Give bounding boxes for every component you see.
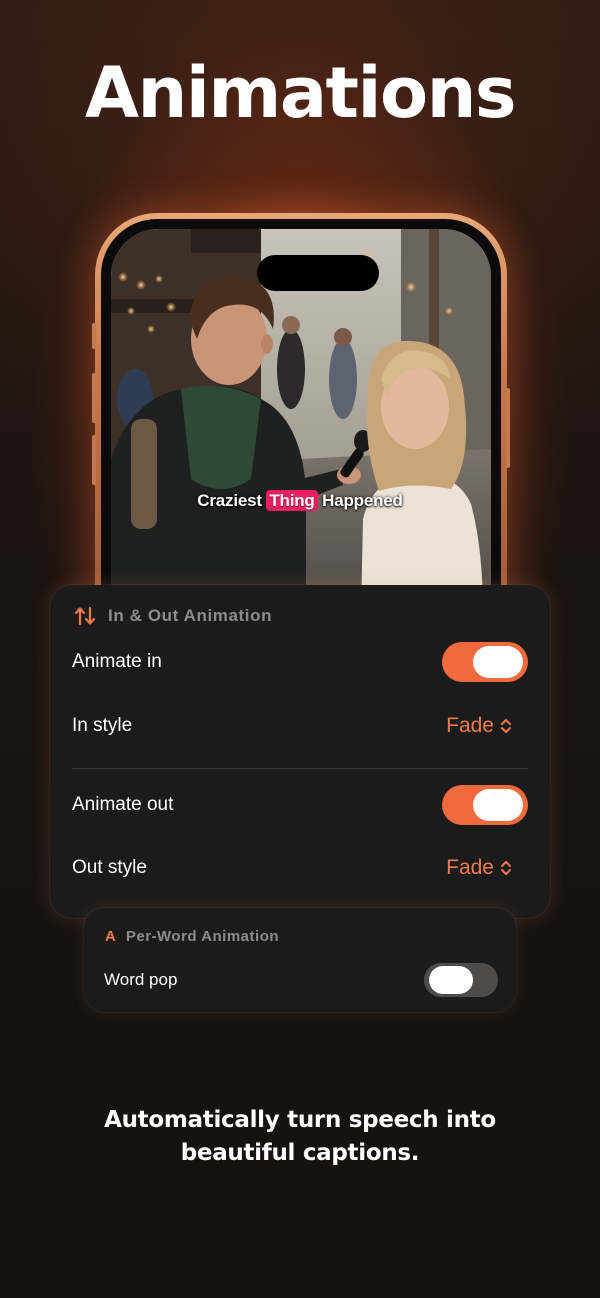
panel-header: A Per-Word Animation <box>105 928 279 945</box>
chevron-up-down-icon <box>501 861 511 875</box>
phone-power-button <box>506 388 510 468</box>
chevron-up-down-icon <box>501 719 511 733</box>
out-style-value: Fade <box>446 856 494 879</box>
in-style-row[interactable]: In style Fade <box>72 706 528 746</box>
phone-volume-down-button <box>92 435 96 485</box>
dynamic-island <box>257 255 379 291</box>
out-style-select[interactable]: Fade <box>446 856 512 880</box>
phone-action-button <box>92 323 96 349</box>
caption-word: Happened <box>322 491 403 510</box>
out-style-label: Out style <box>72 857 147 878</box>
divider <box>72 768 528 769</box>
caption-preview: Craziest Thing Happened <box>0 490 600 511</box>
phone-mockup <box>92 213 510 613</box>
section-title: In & Out Animation <box>108 606 273 625</box>
animate-out-toggle[interactable] <box>442 785 528 825</box>
animate-out-label: Animate out <box>72 794 174 815</box>
in-out-animation-panel: In & Out Animation Animate in In style F… <box>50 585 550 918</box>
section-title: Per-Word Animation <box>125 928 280 945</box>
toggle-knob <box>473 646 523 678</box>
caption-word-highlighted: Thing <box>266 490 318 511</box>
in-style-value: Fade <box>446 714 494 737</box>
out-style-row[interactable]: Out style Fade <box>72 848 528 888</box>
up-down-arrows-icon <box>74 606 96 626</box>
tagline-line-2: beautiful captions. <box>180 1140 420 1166</box>
word-pop-label: Word pop <box>104 970 178 989</box>
in-style-select[interactable]: Fade <box>446 714 512 738</box>
page-title: Animations <box>84 52 517 134</box>
letter-a-icon: A <box>105 928 116 945</box>
in-style-label: In style <box>72 715 133 736</box>
animate-out-row: Animate out <box>72 785 528 825</box>
phone-volume-up-button <box>92 373 96 423</box>
caption-word: Craziest <box>197 491 262 510</box>
animate-in-label: Animate in <box>72 651 162 672</box>
tagline-line-1: Automatically turn speech into <box>104 1107 496 1133</box>
video-preview[interactable] <box>111 229 491 613</box>
tagline: Automatically turn speech into beautiful… <box>0 1104 600 1170</box>
panel-header: In & Out Animation <box>74 605 272 627</box>
animate-in-row: Animate in <box>72 642 528 682</box>
toggle-knob <box>473 789 523 821</box>
toggle-knob <box>429 966 473 994</box>
per-word-animation-panel: A Per-Word Animation Word pop <box>84 908 516 1012</box>
word-pop-row: Word pop <box>104 960 498 1000</box>
animate-in-toggle[interactable] <box>442 642 528 682</box>
word-pop-toggle[interactable] <box>424 963 498 997</box>
